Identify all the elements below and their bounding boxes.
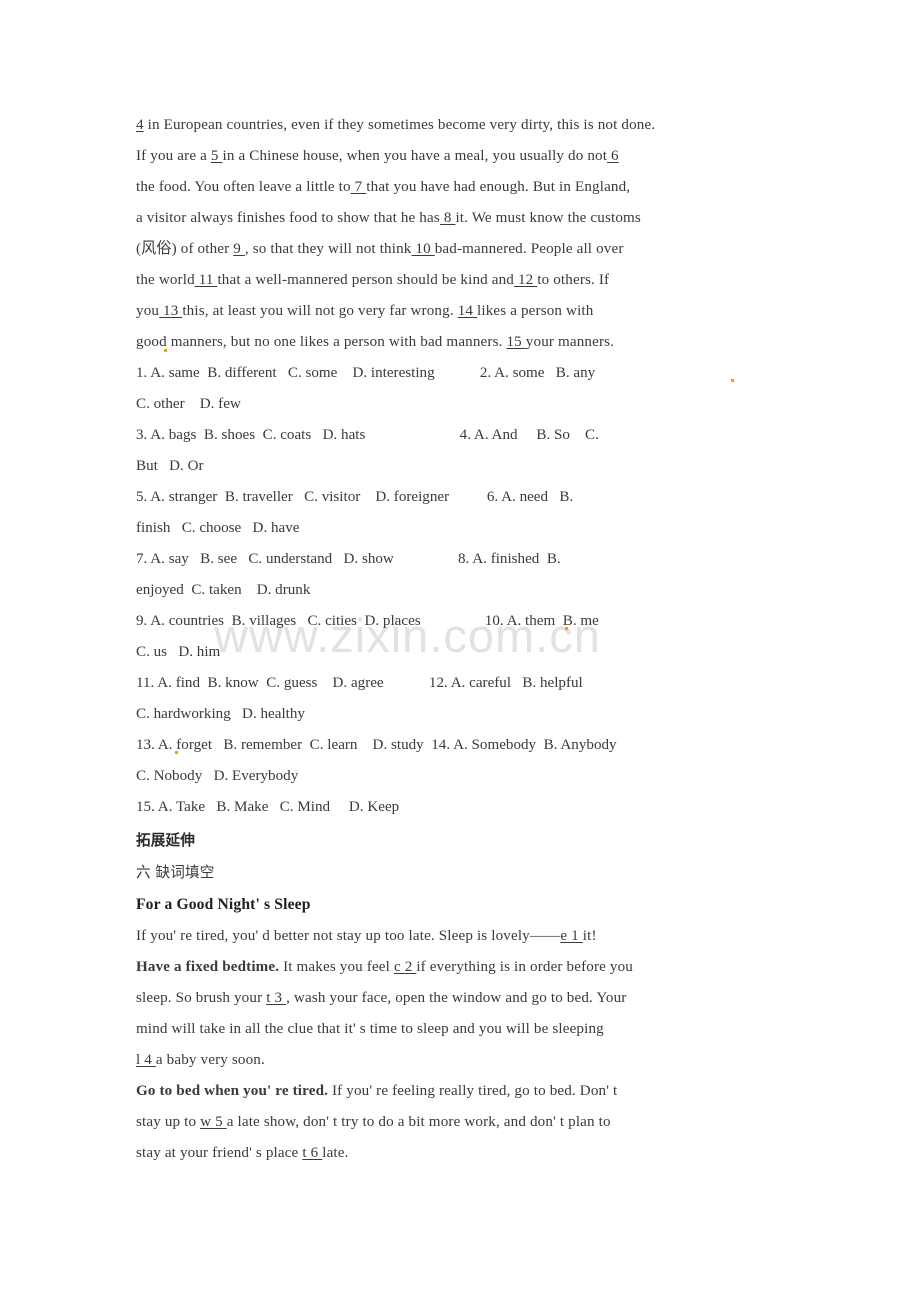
choice-line: C. other D. few bbox=[136, 396, 241, 412]
text-run: that you have had enough. But in England… bbox=[366, 179, 631, 195]
text-run: bad-mannered. People all over bbox=[434, 241, 624, 257]
text-run: if everything is in order before you bbox=[416, 959, 633, 975]
text-line: stay up to w 5 a late show, don' t try t… bbox=[136, 1107, 788, 1138]
fill-in-blank: 7 bbox=[350, 179, 367, 195]
choice-line: But D. Or bbox=[136, 458, 204, 474]
text-run: in a Chinese house, when you have a meal… bbox=[222, 148, 608, 164]
choice-line: C. Nobody D. Everybody bbox=[136, 768, 299, 784]
section-heading: 拓展延伸 bbox=[136, 832, 195, 849]
scan-artifact-dot bbox=[164, 349, 167, 352]
text-run: It makes you feel bbox=[279, 959, 394, 975]
text-line: sleep. So brush your t 3 , wash your fac… bbox=[136, 983, 788, 1014]
choice-line: 7. A. say B. see C. understand D. show 8… bbox=[136, 551, 561, 567]
text-run: your manners. bbox=[525, 334, 615, 350]
fill-in-blank: e 1 bbox=[560, 928, 583, 944]
text-run: likes a person with bbox=[477, 303, 594, 319]
text-line: If you are a 5 in a Chinese house, when … bbox=[136, 141, 788, 172]
exercise-heading-wrap: 六 缺词填空 bbox=[136, 857, 788, 889]
exercise-heading: 六 缺词填空 bbox=[136, 864, 215, 881]
choices-list: 1. A. same B. different C. some D. inter… bbox=[136, 358, 788, 823]
fill-in-blank: 13 bbox=[159, 303, 183, 319]
fill-in-blank: c 2 bbox=[393, 959, 417, 975]
fill-in-blank: 11 bbox=[194, 272, 218, 288]
choice-line: 11. A. find B. know C. guess D. agree 12… bbox=[136, 675, 583, 691]
passage-title-wrap: For a Good Night' s Sleep bbox=[136, 889, 788, 921]
choice-line: 13. A. forget B. remember C. learn D. st… bbox=[136, 737, 617, 753]
fill-in-blank: 5 bbox=[210, 148, 223, 164]
text-line: the world 11 that a well-mannered person… bbox=[136, 265, 788, 296]
choice-line: 15. A. Take B. Make C. Mind D. Keep bbox=[136, 799, 400, 815]
text-run: it. We must know the customs bbox=[455, 210, 641, 226]
fill-in-blank: t 6 bbox=[302, 1145, 323, 1161]
text-run: in European countries, even if they some… bbox=[143, 117, 656, 133]
fill-in-blank: 12 bbox=[514, 272, 538, 288]
fill-in-blank: 14 bbox=[457, 303, 478, 319]
text-line: (风俗) of other 9 , so that they will not … bbox=[136, 234, 788, 265]
text-run: mind will take in all the clue that it' … bbox=[136, 1021, 604, 1037]
text-run: stay at your friend' s place bbox=[136, 1145, 303, 1161]
text-run: it! bbox=[582, 928, 597, 944]
choice-line: C. hardworking D. healthy bbox=[136, 706, 305, 722]
choice-line: enjoyed C. taken D. drunk bbox=[136, 582, 311, 598]
passage-title: For a Good Night' s Sleep bbox=[136, 896, 311, 913]
word-fill-passage: If you' re tired, you' d better not stay… bbox=[136, 921, 788, 1169]
text-run: the food. You often leave a little to bbox=[136, 179, 351, 195]
text-run: , wash your face, open the window and go… bbox=[286, 990, 627, 1006]
bold-text: Go to bed when you' re tired. bbox=[136, 1083, 329, 1099]
bold-text: Have a fixed bedtime. bbox=[136, 959, 280, 975]
text-line: stay at your friend' s place t 6 late. bbox=[136, 1138, 788, 1169]
text-line: Go to bed when you' re tired. If you' re… bbox=[136, 1076, 788, 1107]
text-line: good manners, but no one likes a person … bbox=[136, 327, 788, 358]
text-run: the world bbox=[136, 272, 195, 288]
text-line: l 4 a baby very soon. bbox=[136, 1045, 788, 1076]
text-line: the food. You often leave a little to 7 … bbox=[136, 172, 788, 203]
text-line: mind will take in all the clue that it' … bbox=[136, 1014, 788, 1045]
choice-line: C. us D. him bbox=[136, 644, 221, 660]
text-run: If you' re feeling really tired, go to b… bbox=[328, 1083, 618, 1099]
text-line: Have a fixed bedtime. It makes you feel … bbox=[136, 952, 788, 983]
text-run: a visitor always finishes food to show t… bbox=[136, 210, 440, 226]
scan-artifact-dot bbox=[175, 751, 178, 754]
text-run: If you are a bbox=[136, 148, 211, 164]
fill-in-blank: t 3 bbox=[266, 990, 287, 1006]
text-line: you 13 this, at least you will not go ve… bbox=[136, 296, 788, 327]
fill-in-blank: 15 bbox=[506, 334, 526, 350]
text-run: a baby very soon. bbox=[155, 1052, 265, 1068]
fill-in-blank: 4 bbox=[136, 117, 144, 133]
text-run: that a well-mannered person should be ki… bbox=[217, 272, 515, 288]
text-run: sleep. So brush your bbox=[136, 990, 267, 1006]
scan-artifact-dot bbox=[731, 379, 734, 382]
choice-line: 1. A. same B. different C. some D. inter… bbox=[136, 365, 596, 381]
text-run: If you' re tired, you' d better not stay… bbox=[136, 928, 561, 944]
text-run: to others. If bbox=[537, 272, 610, 288]
text-run: you bbox=[136, 303, 160, 319]
text-run: late. bbox=[322, 1145, 349, 1161]
choice-line: 5. A. stranger B. traveller C. visitor D… bbox=[136, 489, 574, 505]
fill-in-blank: 10 bbox=[411, 241, 435, 257]
cloze-passage: 4 in European countries, even if they so… bbox=[136, 110, 788, 358]
document-page: www.zixin.com.cn 4 in European countries… bbox=[0, 0, 920, 1302]
fill-in-blank: 6 bbox=[607, 148, 619, 164]
text-line: a visitor always finishes food to show t… bbox=[136, 203, 788, 234]
fill-in-blank: 9 bbox=[233, 241, 245, 257]
fill-in-blank: w 5 bbox=[200, 1114, 227, 1130]
fill-in-blank: 8 bbox=[439, 210, 456, 226]
choice-line: finish C. choose D. have bbox=[136, 520, 300, 536]
choice-line: 9. A. countries B. villages C. cities D.… bbox=[136, 613, 599, 629]
text-line: 4 in European countries, even if they so… bbox=[136, 110, 788, 141]
document-content: 4 in European countries, even if they so… bbox=[136, 110, 788, 1169]
text-run: good manners, but no one likes a person … bbox=[136, 334, 507, 350]
choice-line: 3. A. bags B. shoes C. coats D. hats 4. … bbox=[136, 427, 599, 443]
scan-artifact-dot bbox=[565, 627, 568, 630]
text-run: stay up to bbox=[136, 1114, 201, 1130]
section-heading-wrap: 拓展延伸 bbox=[136, 825, 788, 857]
chinese-gloss: (风俗) of other bbox=[136, 241, 234, 257]
text-line: If you' re tired, you' d better not stay… bbox=[136, 921, 788, 952]
text-run: , so that they will not think bbox=[244, 241, 412, 257]
text-run: this, at least you will not go very far … bbox=[182, 303, 458, 319]
text-run: a late show, don' t try to do a bit more… bbox=[226, 1114, 611, 1130]
fill-in-blank: l 4 bbox=[136, 1052, 156, 1068]
